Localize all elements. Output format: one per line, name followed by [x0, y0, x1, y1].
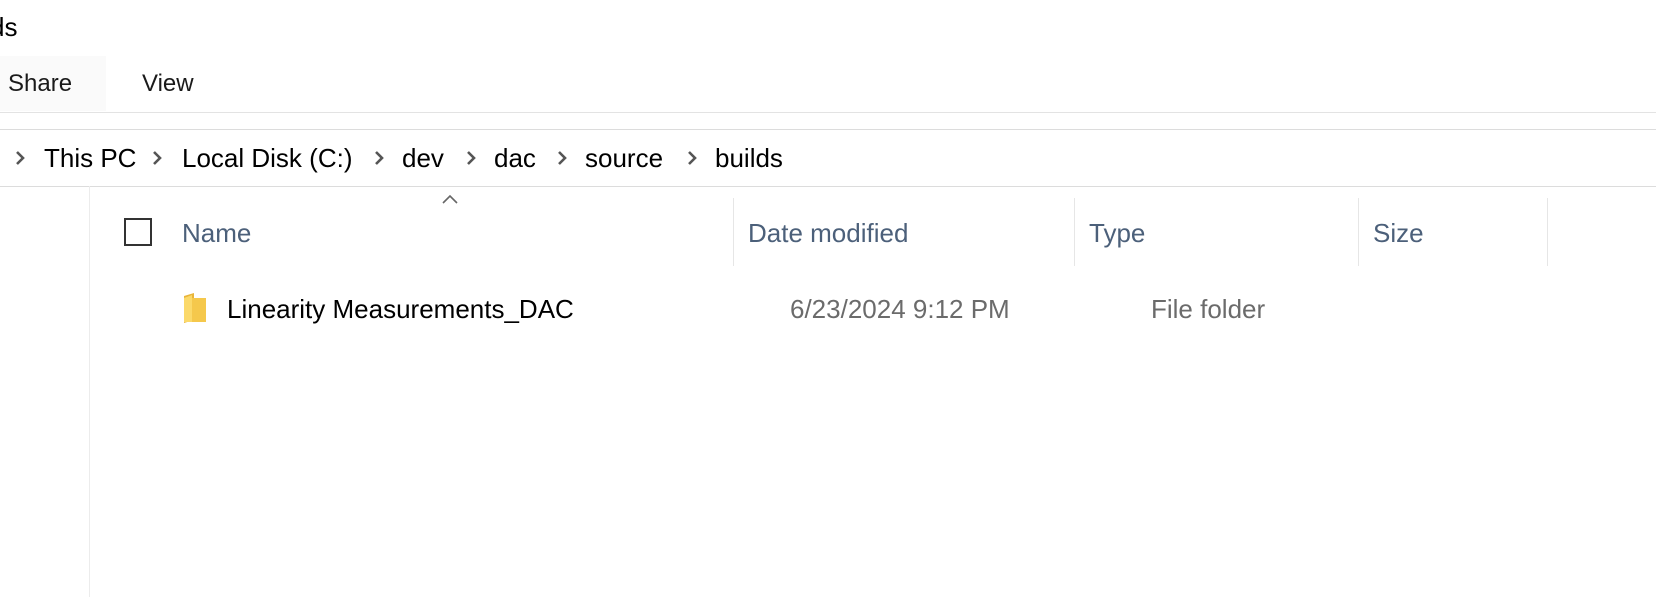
column-divider[interactable] [1074, 198, 1075, 266]
ribbon-tabs: Share View [0, 56, 1656, 113]
tab-view[interactable]: View [142, 56, 194, 111]
column-header-type[interactable]: Type [1089, 198, 1145, 268]
column-header-row: Name Date modified Type Size [90, 194, 1656, 268]
column-header-name[interactable]: Name [182, 198, 251, 268]
breadcrumb-local-disk[interactable]: Local Disk (C:) [182, 130, 352, 186]
column-header-size[interactable]: Size [1373, 198, 1424, 268]
chevron-right-icon[interactable] [462, 149, 480, 167]
address-bar[interactable]: This PC Local Disk (C:) dev dac source b… [0, 129, 1656, 187]
sort-ascending-icon [442, 194, 458, 204]
window-title: ds [0, 12, 18, 42]
column-divider[interactable] [733, 198, 734, 266]
column-divider[interactable] [1358, 198, 1359, 266]
file-row[interactable]: Linearity Measurements_DAC 6/23/2024 9:1… [90, 276, 1656, 342]
select-all-checkbox[interactable] [124, 218, 152, 246]
chevron-right-icon[interactable] [370, 149, 388, 167]
column-header-date-modified[interactable]: Date modified [748, 198, 908, 268]
file-name[interactable]: Linearity Measurements_DAC [227, 276, 574, 342]
folder-icon [184, 293, 206, 323]
breadcrumb-dev[interactable]: dev [402, 130, 444, 186]
title-bar: ds [0, 0, 1656, 56]
breadcrumb-builds[interactable]: builds [715, 130, 783, 186]
chevron-right-icon[interactable] [683, 149, 701, 167]
column-divider[interactable] [1547, 198, 1548, 266]
file-date-modified: 6/23/2024 9:12 PM [790, 294, 1010, 324]
breadcrumb-this-pc[interactable]: This PC [44, 130, 136, 186]
chevron-right-icon[interactable] [148, 149, 166, 167]
breadcrumb-dac[interactable]: dac [494, 130, 536, 186]
tab-share[interactable]: Share [0, 56, 106, 111]
breadcrumb-source[interactable]: source [585, 130, 663, 186]
file-type: File folder [1151, 294, 1266, 324]
chevron-right-icon[interactable] [553, 149, 571, 167]
chevron-right-icon[interactable] [11, 149, 29, 167]
